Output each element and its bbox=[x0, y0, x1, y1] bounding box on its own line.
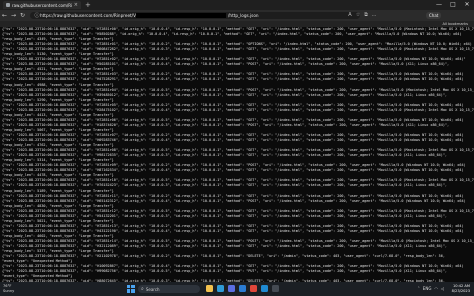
weather-desc: Sunny bbox=[3, 289, 15, 293]
favorite-star-icon[interactable]: ☆ bbox=[354, 12, 362, 18]
url-suffix-text: /http_logs.json bbox=[228, 13, 259, 18]
browser-tab[interactable]: raw.githubusercontent.com/Rinpl × bbox=[3, 1, 81, 9]
weather-widget[interactable]: 76°F Sunny bbox=[3, 284, 14, 294]
more-menu-icon[interactable]: … bbox=[370, 12, 378, 18]
tab-title: raw.githubusercontent.com/Rinpl bbox=[12, 2, 72, 8]
log-line: {"ts": "2023-08-23T10:06:18.888763Z", "u… bbox=[2, 102, 464, 107]
chat-button[interactable]: Chat bbox=[426, 12, 442, 19]
window-controls: — □ ✕ bbox=[432, 0, 474, 10]
windows-start-icon[interactable] bbox=[127, 285, 135, 293]
log-line: {"ts": "2023-08-23T10:06:18.888763Z", "u… bbox=[2, 183, 447, 188]
volume-icon[interactable]: ◁ bbox=[441, 286, 444, 291]
system-tray: ˄ ENG ◠ ◁ bbox=[415, 286, 444, 291]
taskbar-search-box[interactable]: ⌕ Search bbox=[138, 285, 200, 293]
log-line: {"ts": "2023-08-23T10:06:18.888763Z", "u… bbox=[2, 77, 464, 82]
clock-date: 8/23/2023 bbox=[451, 288, 470, 293]
search-placeholder: Search bbox=[145, 286, 160, 292]
refresh-button[interactable]: ↻ bbox=[18, 12, 27, 19]
close-window-button[interactable]: ✕ bbox=[460, 0, 474, 10]
address-toolbar: ← → ↻ ⓘ https://raw.githubusercontent.co… bbox=[0, 10, 474, 21]
terminal-icon[interactable] bbox=[272, 285, 279, 292]
taskbar-apps bbox=[206, 285, 283, 292]
tray-language[interactable]: ENG bbox=[423, 286, 432, 291]
taskbar-clock[interactable]: 10:42 AM 8/23/2023 bbox=[452, 284, 470, 294]
maximize-button[interactable]: □ bbox=[446, 0, 460, 10]
taskbar: 76°F Sunny ⌕ Search ˄ ENG ◠ ◁ 10:42 AM 8… bbox=[0, 282, 474, 296]
forward-button[interactable]: → bbox=[9, 12, 18, 19]
mail-icon[interactable] bbox=[239, 285, 246, 292]
log-line: {"ts": "2023-08-23T10:06:18.888763Z", "u… bbox=[2, 198, 466, 203]
log-line: {"ts": "2023-08-23T10:06:18.888763Z", "u… bbox=[2, 92, 447, 97]
file-explorer-icon[interactable] bbox=[206, 285, 213, 292]
raw-log-content: {"ts": "2023-08-23T10:06:18.888763Z", "u… bbox=[0, 27, 474, 282]
tab-favicon-icon bbox=[6, 3, 10, 7]
collections-icon[interactable]: ⧉ bbox=[362, 12, 370, 18]
redacted-url-segment bbox=[136, 13, 226, 18]
chrome-icon[interactable] bbox=[250, 285, 257, 292]
url-bar[interactable]: ⓘ https://raw.githubusercontent.com/Rinp… bbox=[30, 12, 360, 19]
store-icon[interactable] bbox=[228, 285, 235, 292]
tab-bar: raw.githubusercontent.com/Rinpl × + — □ … bbox=[0, 0, 474, 10]
url-text: https://raw.githubusercontent.com/Rinpre… bbox=[40, 13, 141, 18]
new-tab-button[interactable]: + bbox=[85, 1, 91, 9]
vscode-icon[interactable] bbox=[261, 285, 268, 292]
minimize-button[interactable]: — bbox=[432, 0, 446, 10]
back-button[interactable]: ← bbox=[0, 12, 9, 19]
read-aloud-icon[interactable]: A bbox=[346, 12, 354, 18]
toolbar-icons: A ☆ ⧉ … bbox=[346, 12, 378, 18]
log-line: {"ts": "2023-08-23T10:06:18.888763Z", "u… bbox=[2, 87, 474, 92]
edge-browser-icon[interactable] bbox=[217, 285, 224, 292]
search-icon: ⌕ bbox=[141, 286, 144, 292]
wifi-icon[interactable]: ◠ bbox=[434, 286, 438, 291]
tray-chevron-icon[interactable]: ˄ bbox=[418, 286, 420, 291]
log-line: {"ts": "2023-08-23T10:06:18.888763Z", "u… bbox=[2, 193, 464, 198]
tab-close-icon[interactable]: × bbox=[74, 2, 78, 8]
log-line: {"ts": "2023-08-23T10:06:18.888763Z", "u… bbox=[2, 208, 474, 213]
